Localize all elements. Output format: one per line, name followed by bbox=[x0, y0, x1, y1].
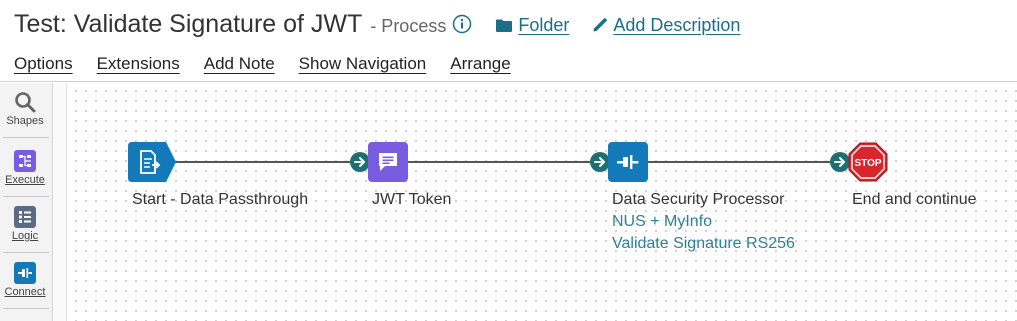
folder-label: Folder bbox=[518, 15, 570, 35]
canvas-scrollbar[interactable] bbox=[53, 83, 67, 321]
node-label: End and continue bbox=[852, 191, 977, 208]
connector-plug-icon bbox=[617, 155, 639, 169]
toolbar-menu: Options Extensions Add Note Show Navigat… bbox=[14, 54, 535, 74]
palette-connect[interactable]: Connect bbox=[0, 262, 50, 298]
node-label: JWT Token bbox=[372, 191, 452, 208]
message-shape[interactable] bbox=[368, 142, 408, 182]
palette-divider bbox=[3, 137, 49, 138]
add-description-link[interactable]: Add Description bbox=[593, 15, 740, 36]
palette-divider bbox=[3, 308, 49, 309]
palette-logic-label: Logic bbox=[11, 230, 39, 242]
node-label: Data Security Processor bbox=[612, 191, 785, 208]
connector-action-link[interactable]: Validate Signature RS256 bbox=[612, 235, 795, 253]
folder-link[interactable]: Folder bbox=[496, 15, 569, 36]
menu-extensions[interactable]: Extensions bbox=[97, 54, 180, 74]
title-row: Test: Validate Signature of JWT - Proces… bbox=[14, 10, 740, 46]
process-header: Test: Validate Signature of JWT - Proces… bbox=[0, 0, 1017, 82]
palette-execute[interactable]: Execute bbox=[0, 150, 50, 186]
connector-line bbox=[174, 161, 358, 163]
message-icon bbox=[379, 153, 397, 171]
palette-execute-label: Execute bbox=[5, 174, 45, 186]
page-title: Test: Validate Signature of JWT bbox=[14, 10, 363, 38]
execute-icon bbox=[14, 150, 36, 172]
arrow-circle-icon[interactable] bbox=[830, 152, 850, 172]
start-shape[interactable] bbox=[128, 142, 176, 182]
connector-operation-link[interactable]: NUS + MyInfo bbox=[612, 213, 712, 231]
palette-divider bbox=[3, 252, 49, 253]
logic-icon bbox=[14, 206, 36, 228]
page-subtitle: - Process bbox=[370, 16, 447, 36]
stop-shape[interactable]: STOP bbox=[848, 142, 888, 182]
palette-divider bbox=[3, 196, 49, 197]
menu-options[interactable]: Options bbox=[14, 54, 73, 74]
folder-icon bbox=[496, 19, 513, 32]
palette-connect-label: Connect bbox=[4, 286, 46, 298]
info-icon[interactable] bbox=[452, 14, 472, 34]
shape-palette: Shapes Execute Logic Connect bbox=[0, 83, 53, 321]
connect-icon bbox=[14, 262, 36, 284]
palette-logic[interactable]: Logic bbox=[0, 206, 50, 242]
connector-shape[interactable] bbox=[608, 142, 648, 182]
stop-text: STOP bbox=[854, 158, 881, 169]
menu-add-note[interactable]: Add Note bbox=[204, 54, 275, 74]
menu-show-navigation[interactable]: Show Navigation bbox=[299, 54, 427, 74]
palette-shapes-label: Shapes bbox=[6, 115, 44, 127]
arrow-circle-icon[interactable] bbox=[590, 152, 610, 172]
node-label: Start - Data Passthrough bbox=[132, 191, 309, 208]
connector-line bbox=[648, 161, 838, 163]
start-doc-icon bbox=[128, 142, 176, 182]
search-icon bbox=[15, 92, 36, 113]
process-canvas[interactable]: Start - Data Passthrough JWT Token Data … bbox=[68, 83, 1017, 321]
arrow-circle-icon[interactable] bbox=[350, 152, 370, 172]
add-description-label: Add Description bbox=[613, 14, 741, 35]
palette-shapes[interactable]: Shapes bbox=[0, 91, 50, 127]
pencil-icon bbox=[593, 18, 608, 32]
menu-arrange[interactable]: Arrange bbox=[450, 54, 510, 74]
connector-line bbox=[408, 161, 598, 163]
